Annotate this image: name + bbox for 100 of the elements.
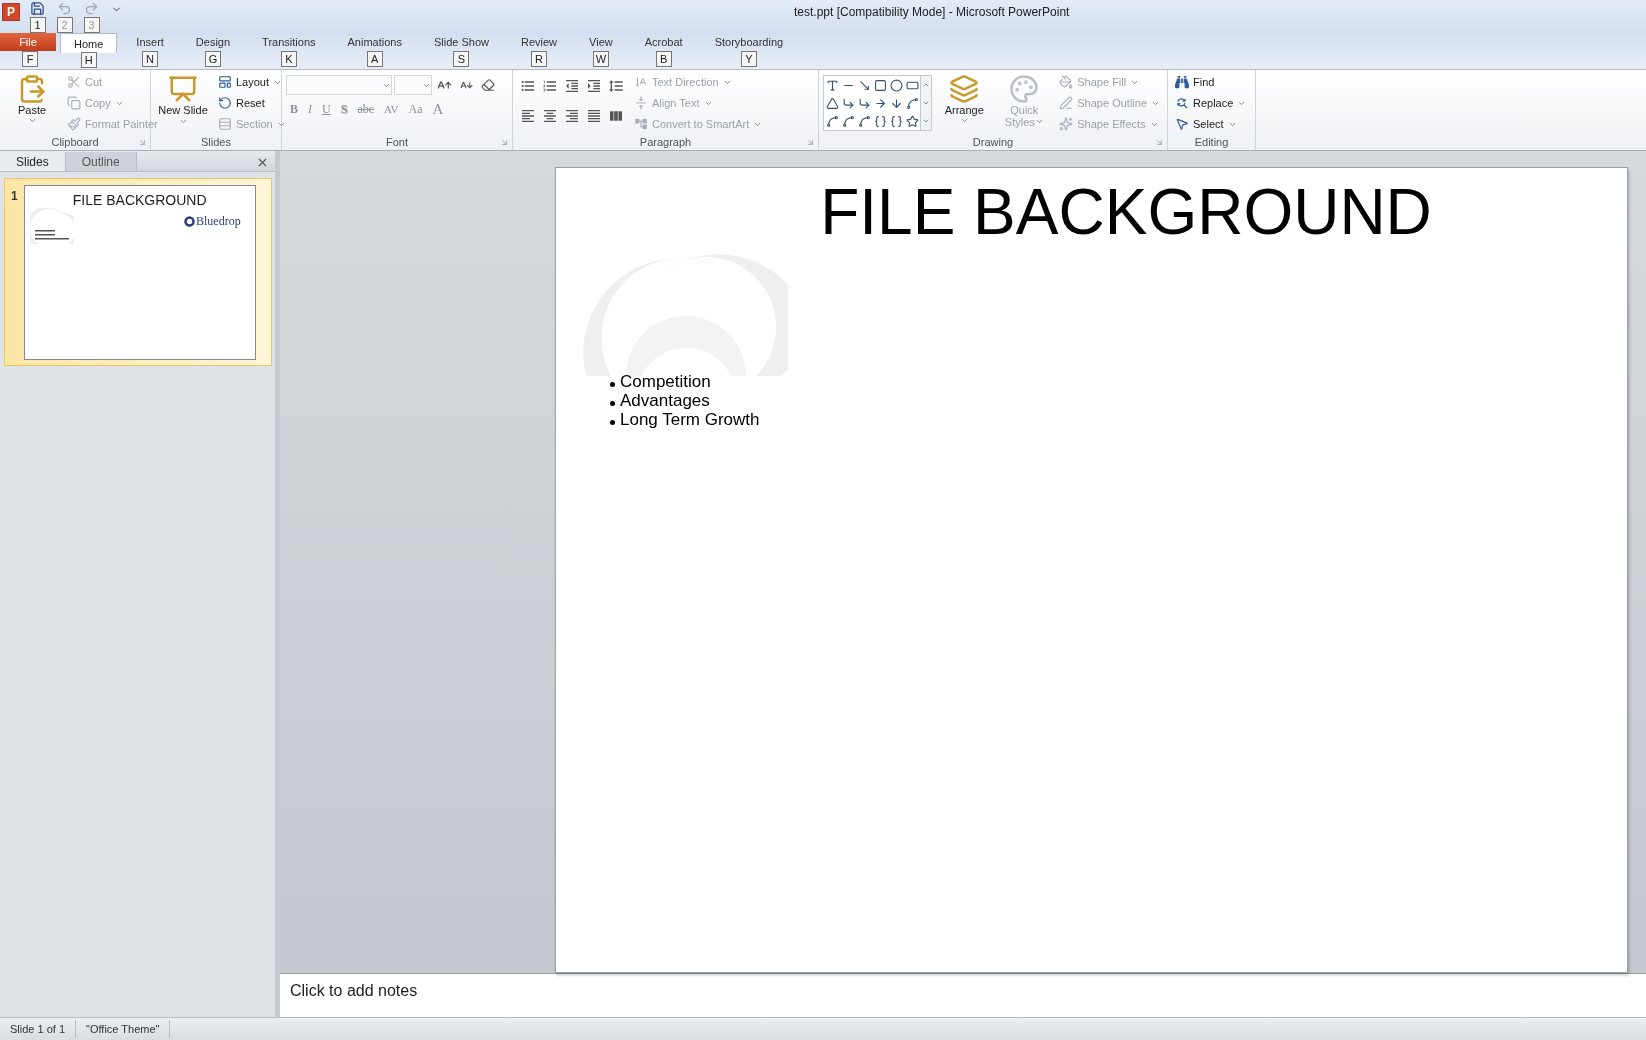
keytip: Y: [740, 51, 757, 67]
layout-icon: [218, 75, 232, 89]
keytip: H: [80, 52, 97, 68]
shape-icon[interactable]: [825, 78, 839, 92]
ribbon-tab[interactable]: Design: [182, 33, 244, 51]
scroll-down-icon[interactable]: [922, 99, 931, 107]
ribbon-tab[interactable]: File: [0, 33, 56, 51]
bullet-icon: [610, 381, 615, 387]
keytip: A: [366, 51, 383, 67]
group-label: Drawing: [972, 136, 1014, 148]
redo-icon: [84, 1, 99, 17]
sparkles-icon: [1059, 117, 1074, 131]
ribbon-tab[interactable]: Insert: [123, 33, 177, 51]
font-name-field[interactable]: [286, 75, 392, 95]
keytip: N: [142, 51, 159, 67]
logo: Bluedrop: [184, 214, 241, 229]
paintbrush-icon: [67, 117, 81, 131]
status-text: "Office Theme": [76, 1020, 171, 1038]
ribbon-tab[interactable]: Slide Show: [420, 33, 502, 51]
shape-icon[interactable]: [857, 114, 871, 128]
group-label: Font: [386, 136, 408, 148]
ribbon-tab[interactable]: Review: [507, 33, 571, 51]
slide-number: 1: [11, 189, 18, 203]
palette-icon: [1009, 74, 1040, 104]
scroll-up-icon[interactable]: [922, 81, 931, 89]
shape-icon[interactable]: [889, 78, 903, 92]
copy-icon: [67, 96, 81, 110]
ribbon-tab[interactable]: Acrobat: [631, 33, 696, 51]
notes-field[interactable]: Click to add notes: [280, 973, 1646, 1017]
shape-icon[interactable]: [873, 78, 887, 92]
slide-thumbnail[interactable]: 1 FILE BACKGROUND Bluedrop: [4, 178, 272, 366]
undo-icon: [57, 1, 72, 17]
ribbon-command[interactable]: Replace: [1172, 93, 1250, 113]
ribbon-command[interactable]: Reset: [215, 93, 289, 113]
pane-tab[interactable]: Slides: [0, 152, 66, 171]
paint-bucket-icon: [1059, 75, 1074, 89]
ribbon-tab[interactable]: Home: [60, 33, 118, 53]
shape-icon[interactable]: [905, 114, 919, 128]
bullet-icon: [610, 400, 615, 406]
ribbon-tab[interactable]: View: [576, 33, 626, 51]
shapes-gallery[interactable]: [823, 75, 933, 131]
bullet-icon: [610, 419, 615, 425]
shape-icon[interactable]: [857, 78, 871, 92]
bullet-text: Advantages: [620, 391, 710, 410]
ribbon-large-button[interactable]: Arrange: [936, 72, 993, 134]
gallery-scrollbar[interactable]: [920, 76, 932, 130]
shape-icon[interactable]: [905, 96, 919, 110]
app-icon[interactable]: P: [2, 3, 20, 21]
binoculars-icon: [1175, 75, 1189, 89]
shape-icon[interactable]: [873, 114, 887, 128]
more-icon[interactable]: [922, 117, 931, 125]
group-label: Clipboard: [51, 136, 99, 148]
keytip: R: [531, 51, 547, 67]
ribbon-command[interactable]: Layout: [215, 72, 289, 92]
window-title: test.ppt [Compatibility Mode] - Microsoft PowerPoint: [794, 5, 1070, 19]
ribbon-command[interactable]: Select: [1172, 114, 1250, 134]
shape-icon[interactable]: [889, 114, 903, 128]
shape-icon[interactable]: [825, 114, 839, 128]
ribbon-tab[interactable]: Storyboarding: [701, 33, 797, 51]
shape-icon[interactable]: [857, 96, 871, 110]
ribbon-large-button[interactable]: Paste: [4, 72, 60, 134]
shape-icon[interactable]: [889, 96, 903, 110]
align-text-icon: [634, 96, 648, 110]
text-direction-icon: [634, 75, 648, 89]
group-label: Editing: [1194, 136, 1229, 148]
keytip: B: [655, 51, 672, 67]
keytip: W: [592, 51, 609, 67]
keytip: 1: [29, 17, 46, 33]
keytip: S: [453, 51, 470, 67]
shape-icon[interactable]: [825, 96, 839, 110]
scissors-icon: [67, 75, 81, 89]
bullet-text: Long Term Growth: [620, 410, 760, 429]
pane-tab[interactable]: Outline: [65, 152, 137, 171]
status-text: Slide 1 of 1: [0, 1020, 77, 1038]
group-label: Slides: [201, 136, 231, 148]
ribbon-command[interactable]: Find: [1172, 72, 1250, 92]
slide-icon: [168, 74, 198, 104]
section-icon: [218, 117, 232, 131]
diagram-icon: [634, 117, 648, 131]
layers-icon: [949, 74, 980, 104]
font-size-field[interactable]: [394, 75, 432, 95]
pointer-icon: [1175, 117, 1189, 131]
close-icon[interactable]: [256, 156, 269, 169]
shape-icon[interactable]: [841, 114, 855, 128]
shape-icon[interactable]: [841, 96, 855, 110]
thumbnail-title: FILE BACKGROUND: [72, 192, 207, 208]
pen-icon: [1059, 96, 1074, 110]
slide-title: FILE BACKGROUND: [819, 176, 1433, 248]
keytip: F: [22, 51, 38, 67]
ribbon-tab[interactable]: Transitions: [249, 33, 329, 51]
bullet-text: Competition: [620, 372, 711, 391]
keytip: 3: [83, 17, 100, 33]
bullet-lines-drawing: [34, 229, 71, 241]
ribbon-tab[interactable]: Animations: [334, 33, 415, 51]
keytip: 2: [56, 17, 73, 33]
shape-icon[interactable]: [873, 96, 887, 110]
reset-icon: [218, 96, 232, 110]
group-label: Paragraph: [639, 136, 692, 148]
save-icon: [30, 1, 45, 17]
keytip: G: [205, 51, 221, 67]
